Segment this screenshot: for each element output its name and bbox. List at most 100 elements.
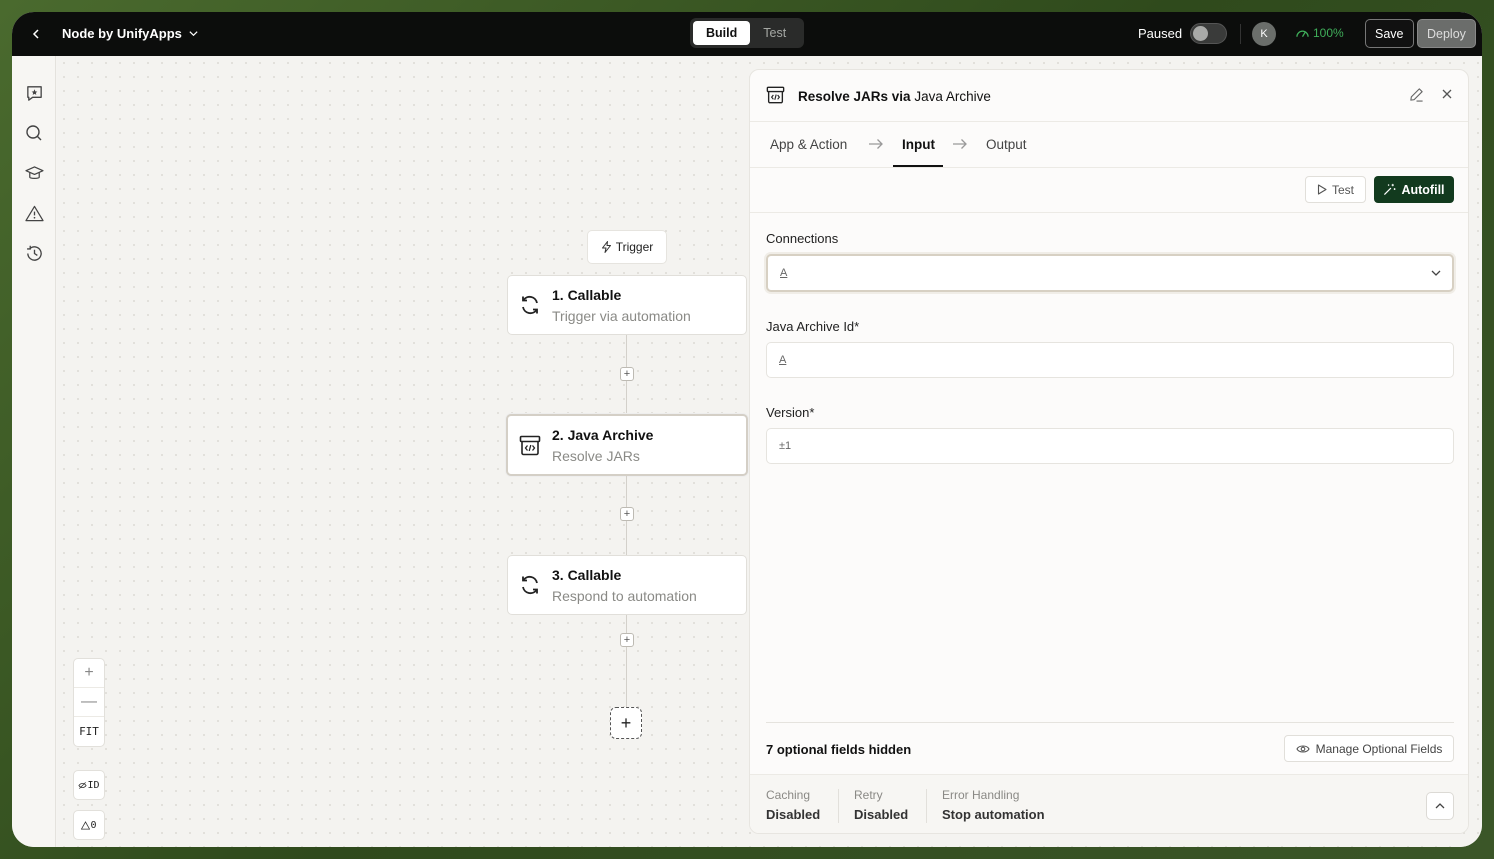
trigger-chip[interactable]: Trigger <box>587 230 667 264</box>
java-archive-id-label: Java Archive Id* <box>766 319 860 334</box>
search-icon[interactable] <box>23 122 45 144</box>
tab-input[interactable]: Input <box>902 137 935 152</box>
panel-title-action: Resolve JARs via <box>798 89 915 104</box>
add-final-step-button[interactable]: + <box>610 707 642 739</box>
chat-star-icon[interactable] <box>23 82 45 104</box>
divider <box>766 722 1454 723</box>
node-title: 2. Java Archive <box>552 426 654 443</box>
history-icon[interactable] <box>23 242 45 264</box>
lightning-icon <box>601 241 611 253</box>
divider <box>926 789 927 823</box>
add-step-button[interactable]: + <box>620 367 634 381</box>
panel-title-app: Java Archive <box>914 89 991 104</box>
workspace-switcher[interactable]: Node by UnifyApps <box>62 26 199 41</box>
test-label: Test <box>1331 182 1354 197</box>
app-window: Node by UnifyApps Build Test Paused K 10… <box>12 12 1482 847</box>
tab-build[interactable]: Build <box>693 21 751 45</box>
zoom-fit-button[interactable]: FIT <box>74 717 104 746</box>
graduation-cap-icon[interactable] <box>23 162 45 184</box>
tab-app-action[interactable]: App & Action <box>770 137 847 152</box>
mode-toggle: Build Test <box>690 18 804 48</box>
pencil-icon[interactable] <box>1409 87 1424 107</box>
java-archive-id-input[interactable]: A <box>766 342 1454 378</box>
save-button[interactable]: Save <box>1365 19 1414 48</box>
zoom-controls: + — FIT <box>73 658 105 747</box>
text-type-icon: A <box>780 267 788 279</box>
setting-value: Stop automation <box>942 807 1045 822</box>
add-step-button[interactable]: + <box>620 633 634 647</box>
version-label: Version* <box>766 405 815 420</box>
autofill-button[interactable]: Autofill <box>1374 176 1454 203</box>
workflow-node-3[interactable]: 3. Callable Respond to automation <box>507 555 747 615</box>
connections-select[interactable]: A <box>766 254 1454 292</box>
arrow-right-icon <box>952 137 968 153</box>
setting-label: Caching <box>766 788 811 802</box>
connections-label: Connections <box>766 231 839 246</box>
magic-wand-icon <box>1384 183 1397 196</box>
workspace-title: Node by UnifyApps <box>62 26 182 41</box>
node-subtitle: Respond to automation <box>552 587 697 604</box>
hidden-fields-count: 7 optional fields hidden <box>766 742 912 757</box>
zoom-in-button[interactable]: + <box>74 659 104 688</box>
error-handling-setting[interactable]: Error Handling Stop automation <box>942 788 1045 822</box>
setting-value: Disabled <box>766 807 821 822</box>
play-icon <box>1317 184 1327 195</box>
health-value: 100% <box>1313 26 1344 40</box>
panel-title: Resolve JARs via Java Archive <box>798 89 991 104</box>
add-step-button[interactable]: + <box>620 507 634 521</box>
eye-icon <box>1296 744 1310 753</box>
panel-footer: Caching Disabled Retry Disabled Error Ha… <box>750 774 1468 833</box>
tab-test[interactable]: Test <box>750 21 799 45</box>
chevron-left-icon <box>32 29 39 39</box>
avatar[interactable]: K <box>1252 22 1276 46</box>
panel-header: Resolve JARs via Java Archive <box>750 70 1468 122</box>
deploy-button[interactable]: Deploy <box>1417 19 1476 48</box>
step-config-panel: Resolve JARs via Java Archive App & Acti… <box>749 69 1469 834</box>
chevron-down-icon <box>1430 267 1442 282</box>
manage-optional-fields-button[interactable]: Manage Optional Fields <box>1284 735 1454 762</box>
panel-actions: Test Autofill <box>750 168 1468 213</box>
caching-setting[interactable]: Caching Disabled <box>766 788 820 822</box>
warnings-count: 0 <box>90 819 97 831</box>
retry-setting[interactable]: Retry Disabled <box>854 788 908 822</box>
connector-line <box>626 615 627 707</box>
active-tab-indicator <box>893 165 943 167</box>
warning-icon <box>81 820 91 830</box>
node-title: 3. Callable <box>552 566 622 583</box>
node-subtitle: Trigger via automation <box>552 307 691 324</box>
autofill-label: Autofill <box>1401 182 1445 197</box>
test-step-button[interactable]: Test <box>1305 176 1366 203</box>
gauge-icon <box>1296 30 1309 38</box>
warnings-button[interactable]: 0 <box>73 810 105 840</box>
node-subtitle: Resolve JARs <box>552 447 640 464</box>
top-bar: Node by UnifyApps Build Test Paused K 10… <box>12 12 1482 56</box>
expand-footer-button[interactable] <box>1426 792 1454 820</box>
workflow-node-1[interactable]: 1. Callable Trigger via automation <box>507 275 747 335</box>
eye-off-icon <box>78 781 88 789</box>
back-button[interactable] <box>26 24 46 44</box>
refresh-icon <box>508 574 552 596</box>
panel-tabs: App & Action Input Output <box>750 122 1468 168</box>
pause-toggle[interactable] <box>1190 23 1227 44</box>
divider <box>1240 24 1241 44</box>
chevron-up-icon <box>1435 803 1445 809</box>
zoom-out-button[interactable]: — <box>74 688 104 717</box>
id-toggle-button[interactable]: ID <box>73 770 105 800</box>
version-input[interactable]: ±1 <box>766 428 1454 464</box>
status-label: Paused <box>1138 26 1183 41</box>
manage-label: Manage Optional Fields <box>1315 741 1443 756</box>
workflow-node-2[interactable]: 2. Java Archive Resolve JARs <box>506 414 748 476</box>
divider <box>838 789 839 823</box>
health-indicator: 100% <box>1296 26 1344 40</box>
setting-label: Retry <box>854 788 883 802</box>
setting-value: Disabled <box>854 807 909 822</box>
close-icon[interactable] <box>1440 87 1454 106</box>
archive-code-icon <box>508 435 552 456</box>
chevron-down-icon <box>189 31 198 37</box>
tab-output[interactable]: Output <box>986 137 1027 152</box>
id-toggle-label: ID <box>87 779 100 791</box>
warning-icon[interactable] <box>23 202 45 224</box>
node-title: 1. Callable <box>552 286 622 303</box>
setting-label: Error Handling <box>942 788 1020 802</box>
arrow-right-icon <box>868 137 884 153</box>
